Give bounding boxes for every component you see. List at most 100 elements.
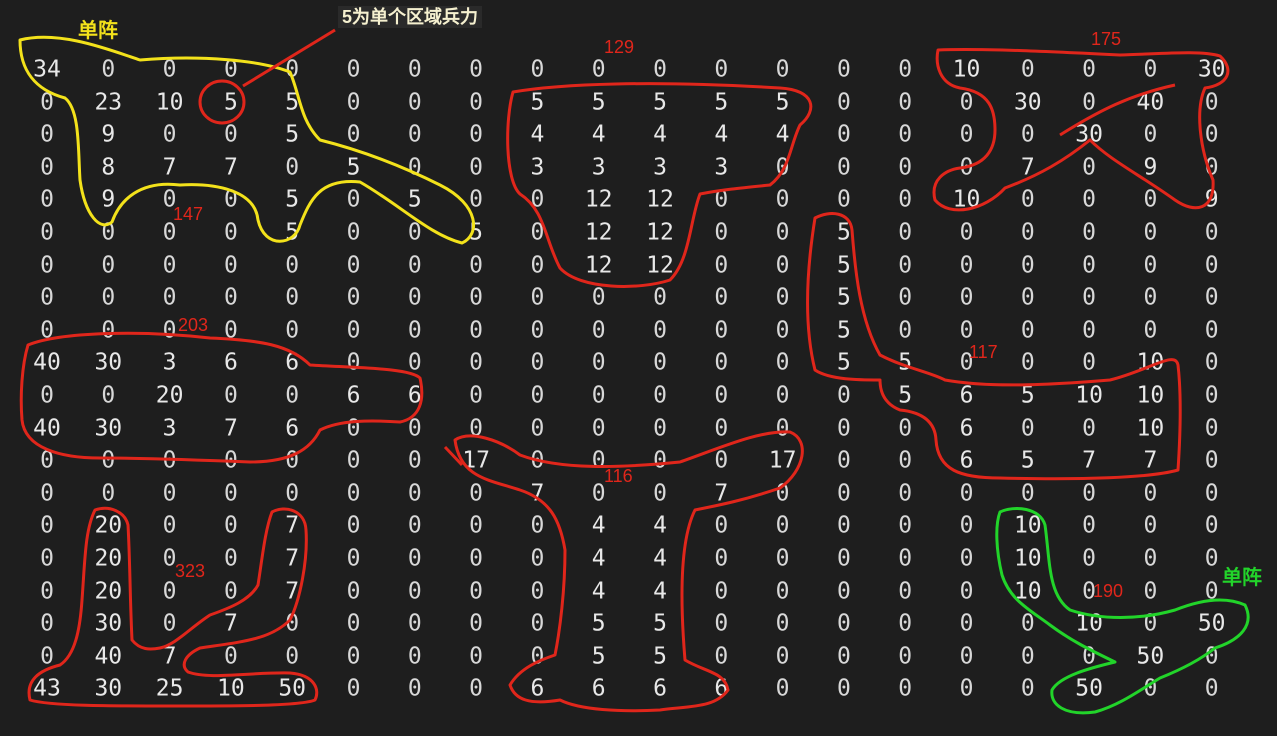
grid-cell: 0 [530, 219, 545, 246]
grid-cell: 0 [285, 56, 300, 83]
grid-cell: 0 [162, 610, 177, 637]
grid-cell: 0 [285, 447, 300, 474]
region-total-203: 203 [178, 315, 209, 335]
grid-cell: 40 [33, 415, 61, 442]
grid-cell: 0 [836, 382, 851, 409]
grid-cell: 0 [1204, 415, 1219, 442]
grid-cell: 0 [101, 252, 116, 279]
grid-cell: 12 [584, 252, 613, 279]
grid-cell: 0 [40, 219, 54, 246]
grid-cell: 0 [775, 578, 790, 605]
grid-cell: 0 [223, 447, 238, 474]
grid-cell: 43 [33, 675, 61, 702]
grid-cell: 7 [223, 154, 238, 181]
grid-cell: 0 [1020, 415, 1035, 442]
grid-cell: 0 [101, 447, 116, 474]
grid-cell: 0 [40, 89, 54, 116]
grid-cell: 0 [836, 154, 851, 181]
grid-cell: 0 [469, 284, 484, 311]
grid-cell: 0 [591, 317, 606, 344]
grid-cell: 6 [346, 382, 361, 409]
grid-cell: 20 [155, 382, 184, 409]
grid-cell: 5 [836, 317, 851, 344]
grid-cell: 0 [40, 545, 54, 572]
grid-cell: 0 [530, 447, 545, 474]
grid-cell: 0 [959, 643, 974, 670]
grid-cell: 0 [162, 219, 177, 246]
grid-cell: 10 [952, 186, 981, 213]
grid-cell: 0 [898, 154, 913, 181]
grid-cell: 5 [285, 121, 300, 148]
grid-cell: 0 [714, 643, 729, 670]
grid-cell: 0 [469, 121, 484, 148]
grid-cell: 0 [1082, 512, 1097, 539]
grid-cell: 0 [407, 610, 422, 637]
grid-cell: 4 [653, 578, 667, 605]
grid-cell: 10 [1013, 545, 1042, 572]
grid-cell: 5 [469, 219, 484, 246]
grid-cell: 0 [346, 186, 361, 213]
grid-cell: 0 [407, 252, 422, 279]
grid-cell: 0 [101, 480, 116, 507]
grid-cell: 0 [898, 186, 913, 213]
grid-cell: 0 [285, 610, 300, 637]
grid-cell: 0 [1082, 89, 1097, 116]
grid-cell: 0 [959, 545, 974, 572]
region-total-175: 175 [1091, 29, 1122, 49]
grid-cell: 0 [1082, 545, 1097, 572]
grid-cell: 0 [223, 219, 238, 246]
grid-cell: 0 [223, 186, 238, 213]
grid-cell: 30 [1013, 89, 1042, 116]
grid-cell: 0 [836, 545, 851, 572]
grid-cell: 7 [1082, 447, 1097, 474]
grid-cell: 0 [775, 219, 790, 246]
grid-cell: 6 [653, 675, 667, 702]
grid-cell: 0 [101, 56, 116, 83]
grid-cell: 0 [591, 349, 606, 376]
grid-cell: 0 [40, 578, 54, 605]
grid-cell: 0 [1204, 643, 1219, 670]
grid-cell: 0 [775, 349, 790, 376]
grid-cell: 0 [653, 349, 667, 376]
grid-cell: 0 [959, 284, 974, 311]
grid-cell: 50 [278, 675, 307, 702]
grid-cell: 0 [346, 675, 361, 702]
grid-cell: 0 [714, 219, 729, 246]
grid-cell: 25 [155, 675, 184, 702]
grid-cell: 5 [653, 610, 667, 637]
grid-cell: 9 [1204, 186, 1219, 213]
grid-cell: 7 [530, 480, 545, 507]
grid-cell: 0 [775, 643, 790, 670]
grid-cell: 0 [469, 512, 484, 539]
grid-cell: 0 [1020, 317, 1035, 344]
grid-cell: 17 [462, 447, 490, 474]
grid-cell: 5 [591, 643, 606, 670]
grid-cell: 0 [1082, 56, 1097, 83]
grid-cell: 40 [33, 349, 61, 376]
grid-cell: 50 [1197, 610, 1226, 637]
grid-cell: 5 [591, 610, 606, 637]
grid-cell: 5 [653, 643, 667, 670]
grid-cell: 0 [714, 56, 729, 83]
grid-cell: 0 [407, 89, 422, 116]
grid-cell: 0 [223, 512, 238, 539]
grid-cell: 0 [1143, 480, 1158, 507]
grid-cell: 0 [1020, 675, 1035, 702]
grid-cell: 0 [775, 252, 790, 279]
grid-cell: 5 [285, 89, 300, 116]
grid-cell: 0 [346, 121, 361, 148]
grid-cell: 5 [714, 89, 729, 116]
grid-cell: 0 [1082, 252, 1097, 279]
grid-cell: 0 [775, 317, 790, 344]
grid-cell: 0 [714, 317, 729, 344]
grid-cell: 0 [407, 578, 422, 605]
grid-cell: 4 [591, 578, 606, 605]
grid-cell: 7 [223, 610, 238, 637]
grid-cell: 0 [285, 154, 300, 181]
grid-cell: 0 [346, 643, 361, 670]
grid-cell: 0 [285, 284, 300, 311]
number-grid: 34 0 0 0 0 0 0 0 0 0 0 0 0 0 0 10 0 0 0 30 0 23 10 5 5 0 0 0 5 5 5 5 5 0 0… [0, 0, 1277, 736]
grid-cell: 0 [346, 284, 361, 311]
grid-cell: 0 [959, 512, 974, 539]
grid-cell: 5 [898, 349, 913, 376]
